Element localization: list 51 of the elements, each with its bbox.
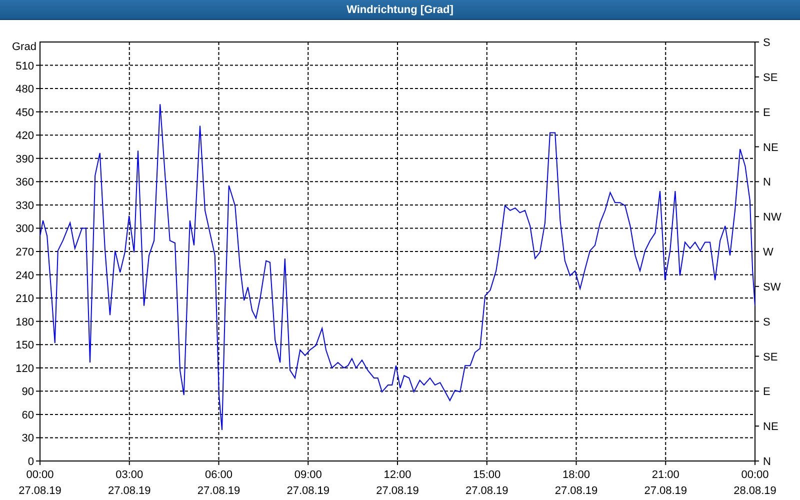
axis-tick-label: 0 bbox=[28, 456, 34, 468]
axis-date-label: 27.08.19 bbox=[197, 485, 240, 497]
axis-tick-label: 120 bbox=[16, 362, 34, 375]
axis-tick-label: E bbox=[763, 386, 770, 398]
axis-tick-label: 480 bbox=[16, 84, 34, 96]
axis-tick-label: SE bbox=[763, 72, 778, 84]
axis-tick-label: 360 bbox=[16, 176, 34, 189]
axis-tick-label: 510 bbox=[16, 60, 34, 72]
axis-tick-label: 90 bbox=[22, 386, 34, 398]
axis-date-label: 27.08.19 bbox=[108, 485, 151, 497]
axis-tick-label: NW bbox=[763, 212, 782, 224]
axis-tick-label: 09:00 bbox=[294, 469, 322, 481]
axis-tick-label: 150 bbox=[16, 340, 34, 352]
axis-tick-label: SW bbox=[763, 281, 781, 294]
axis-tick-label: 60 bbox=[22, 409, 34, 422]
axis-tick-label: 12:00 bbox=[384, 469, 412, 481]
axis-date-label: 27.08.19 bbox=[376, 485, 419, 497]
axis-tick-label: 03:00 bbox=[116, 469, 144, 481]
axis-date-label: 27.08.19 bbox=[644, 485, 688, 497]
axis-tick-label: 450 bbox=[16, 106, 34, 119]
axis-date-label: 27.08.19 bbox=[286, 485, 330, 497]
axis-date-label: 27.08.19 bbox=[554, 485, 598, 497]
axis-tick-label: S bbox=[763, 37, 770, 49]
axis-title: Grad bbox=[12, 41, 36, 53]
axis-tick-label: 00:00 bbox=[26, 469, 54, 481]
axis-tick-label: 00:00 bbox=[741, 469, 769, 481]
axis-tick-label: 18:00 bbox=[562, 469, 590, 481]
axis-date-label: 27.08.19 bbox=[465, 485, 508, 497]
axis-tick-label: N bbox=[763, 456, 771, 468]
axis-tick-label: 21:00 bbox=[652, 469, 680, 481]
axis-tick-label: 240 bbox=[16, 270, 34, 282]
axis-tick-label: S bbox=[763, 316, 770, 328]
axis-tick-label: 300 bbox=[16, 223, 34, 236]
axis-date-label: 28.08.19 bbox=[734, 485, 776, 497]
axis-tick-label: 420 bbox=[16, 130, 34, 142]
axis-tick-label: 15:00 bbox=[473, 469, 501, 481]
axis-tick-label: 330 bbox=[16, 200, 34, 212]
axis-tick-label: 06:00 bbox=[204, 469, 233, 481]
axis-tick-label: NE bbox=[763, 421, 778, 434]
axis-tick-label: N bbox=[763, 176, 771, 189]
axis-date-label: 27.08.19 bbox=[18, 485, 62, 497]
axis-tick-label: 180 bbox=[16, 316, 34, 328]
axis-tick-label: SE bbox=[763, 351, 778, 364]
window-title: Windrichtung [Grad] bbox=[346, 4, 454, 16]
axis-tick-label: 30 bbox=[22, 432, 34, 445]
axis-tick-label: NE bbox=[763, 142, 778, 154]
axis-tick-label: E bbox=[763, 106, 770, 119]
axis-tick-label: W bbox=[763, 246, 774, 258]
axis-tick-label: 270 bbox=[16, 246, 34, 258]
axis-tick-label: 210 bbox=[16, 293, 34, 306]
axis-tick-label: 390 bbox=[16, 153, 34, 166]
